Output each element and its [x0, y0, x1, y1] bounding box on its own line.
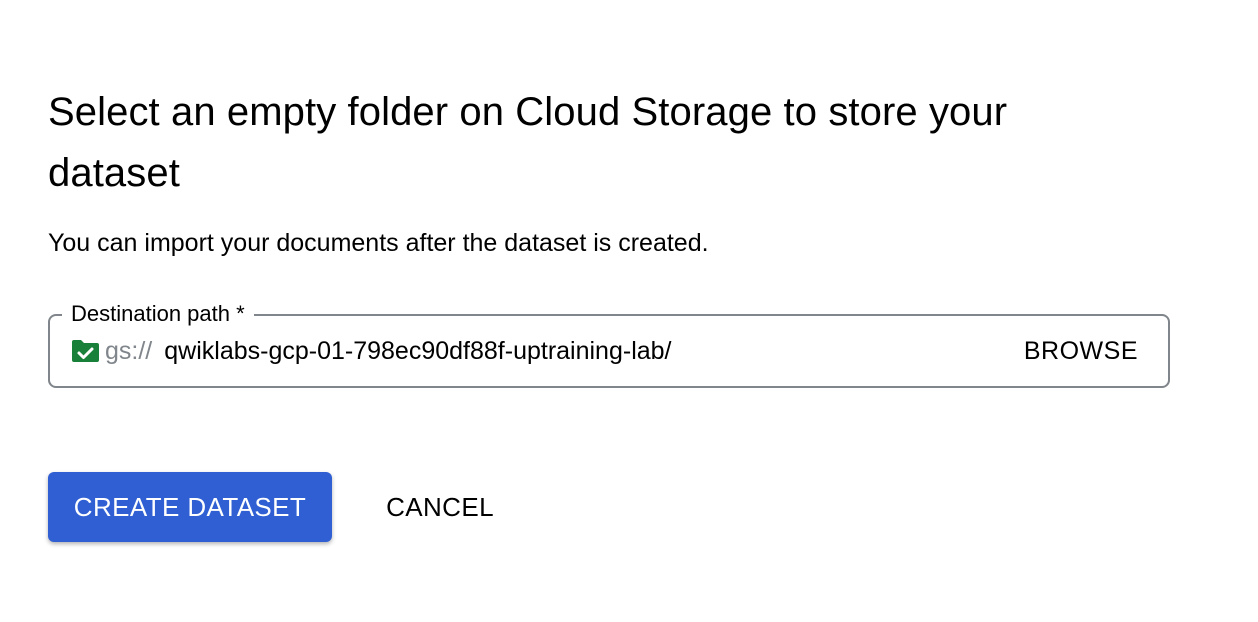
cancel-button[interactable]: CANCEL	[368, 472, 512, 542]
create-dataset-dialog: Select an empty folder on Cloud Storage …	[0, 0, 1258, 622]
folder-check-icon	[70, 338, 101, 364]
destination-path-field[interactable]: Destination path * gs:// qwiklabs-gcp-01…	[48, 299, 1170, 388]
destination-path-input[interactable]: qwiklabs-gcp-01-798ec90df88f-uptraining-…	[164, 337, 1024, 366]
browse-button[interactable]: BROWSE	[1024, 337, 1138, 366]
create-dataset-button[interactable]: CREATE DATASET	[48, 472, 332, 542]
dialog-subtitle: You can import your documents after the …	[48, 229, 709, 257]
gs-prefix: gs://	[105, 336, 153, 365]
destination-path-row: gs:// qwiklabs-gcp-01-798ec90df88f-uptra…	[70, 316, 1138, 386]
dialog-title: Select an empty folder on Cloud Storage …	[48, 90, 1008, 195]
